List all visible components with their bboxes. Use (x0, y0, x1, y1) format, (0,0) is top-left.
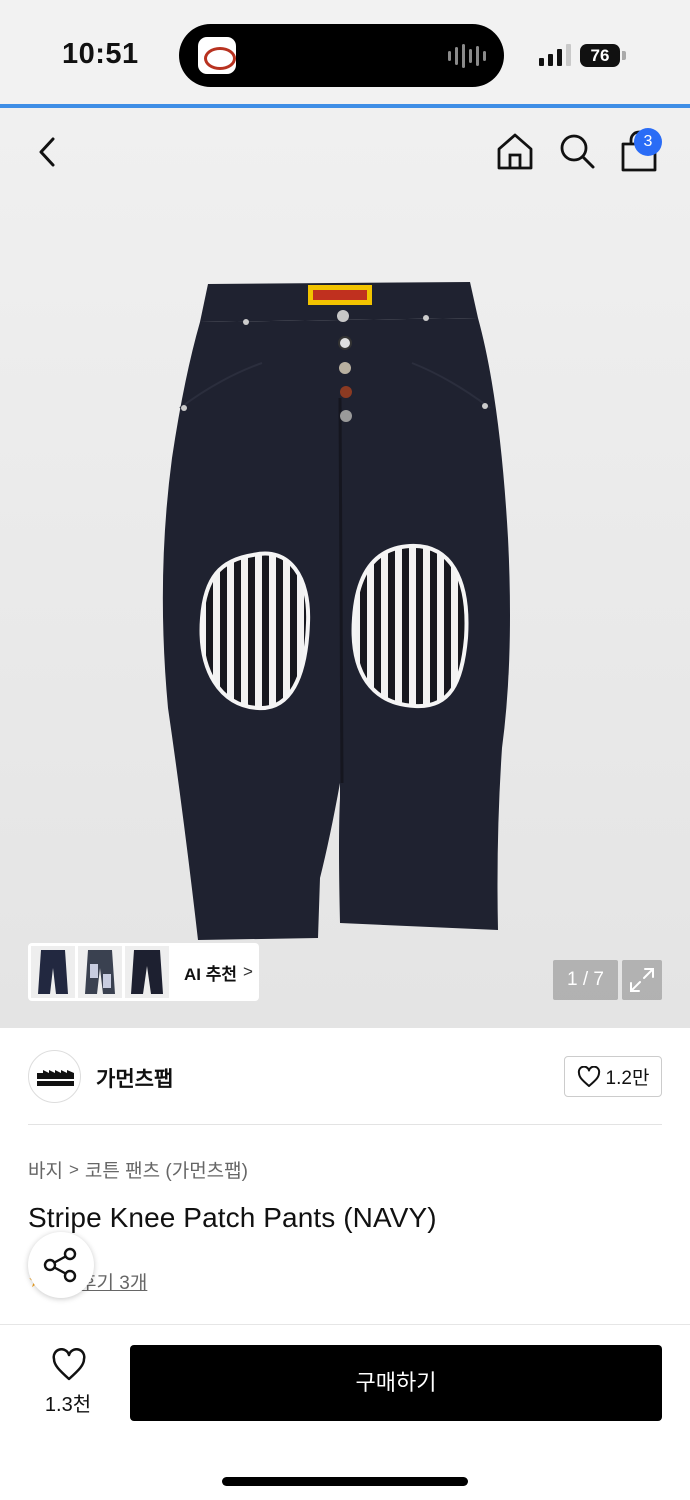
recommendation-thumbnail[interactable] (78, 946, 122, 998)
product-gallery[interactable]: 3 AI 추천 > 1 / 7 (0, 108, 690, 1028)
cart-count-badge: 3 (634, 128, 662, 156)
breadcrumb-category[interactable]: 바지 (28, 1156, 63, 1183)
search-icon (560, 134, 595, 169)
home-button[interactable] (494, 130, 536, 172)
recommendation-thumbnail[interactable] (31, 946, 75, 998)
buy-button[interactable]: 구매하기 (130, 1345, 662, 1421)
home-indicator (222, 1477, 468, 1486)
brand-like-count: 1.2만 (605, 1068, 650, 1089)
expand-button[interactable] (622, 960, 662, 1000)
battery-icon: 76 (580, 44, 620, 67)
breadcrumb: 바지 > 코튼 팬츠 (가먼츠팹) (28, 1156, 248, 1183)
status-bar: 10:51 76 (0, 0, 690, 104)
divider (28, 1124, 662, 1125)
brand-logo[interactable] (28, 1050, 81, 1103)
status-time: 10:51 (62, 38, 139, 70)
expand-icon (630, 968, 654, 992)
brand-row: 가먼츠팹 1.2만 (0, 1028, 690, 1126)
divider (0, 1324, 690, 1325)
heart-icon (52, 1348, 86, 1381)
back-button[interactable] (28, 132, 68, 172)
image-pager: 1 / 7 (553, 960, 618, 1000)
chevron-right-icon: > (243, 962, 253, 981)
brand-like-button[interactable]: 1.2만 (564, 1056, 662, 1097)
back-arrow-icon (39, 137, 55, 167)
like-button[interactable]: 1.3천 (28, 1348, 108, 1418)
product-title: Stripe Knee Patch Pants (NAVY) (28, 1202, 437, 1233)
audio-wave-icon (448, 44, 486, 68)
battery-cap (622, 51, 626, 60)
like-count: 1.3천 (44, 1394, 92, 1416)
ai-recommendation-strip[interactable]: AI 추천 > (28, 943, 259, 1001)
app-icon (198, 37, 236, 74)
recommendation-thumbnail[interactable] (125, 946, 169, 998)
home-icon (497, 133, 533, 170)
chevron-right-icon: > (68, 1159, 79, 1179)
product-image (162, 282, 510, 940)
cellular-signal-icon (539, 44, 571, 66)
ai-recommendation-label: AI 추천 (184, 964, 238, 984)
share-button[interactable] (28, 1232, 94, 1298)
search-button[interactable] (556, 130, 598, 172)
heart-icon (577, 1065, 600, 1087)
brand-name[interactable]: 가먼츠팹 (96, 1063, 173, 1093)
dynamic-island (179, 24, 504, 87)
breadcrumb-subcategory[interactable]: 코튼 팬츠 (가먼츠팹) (85, 1156, 248, 1183)
share-icon (43, 1247, 77, 1283)
